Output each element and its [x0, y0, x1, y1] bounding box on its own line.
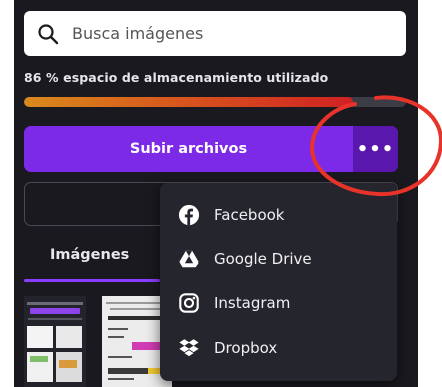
more-options-button[interactable]: •••	[353, 126, 398, 172]
menu-item-label: Google Drive	[214, 250, 312, 268]
instagram-icon	[179, 293, 199, 313]
menu-item-label: Dropbox	[214, 339, 278, 357]
search-icon	[38, 23, 59, 44]
google-drive-icon	[179, 250, 199, 268]
search-input[interactable]	[70, 23, 374, 44]
storage-usage-label: 86 % espacio de almacenamiento utilizado	[24, 70, 329, 85]
menu-item-facebook[interactable]: Facebook	[178, 200, 284, 230]
search-box[interactable]	[24, 11, 406, 56]
menu-item-dropbox[interactable]: Dropbox	[178, 333, 277, 363]
storage-usage-fill	[24, 97, 353, 107]
menu-item-google-drive[interactable]: Google Drive	[178, 244, 312, 274]
dropbox-icon	[179, 339, 199, 357]
upload-button-group: Subir archivos •••	[24, 126, 398, 172]
menu-item-instagram[interactable]: Instagram	[178, 288, 290, 318]
uploads-panel: 86 % espacio de almacenamiento utilizado…	[14, 0, 418, 387]
upload-files-button[interactable]: Subir archivos	[24, 126, 353, 172]
import-source-menu: Facebook Google Drive Instagram Dropbox	[160, 183, 397, 381]
tab-active-indicator	[24, 279, 160, 282]
menu-item-label: Facebook	[214, 206, 285, 224]
facebook-icon	[178, 204, 200, 226]
menu-item-label: Instagram	[214, 294, 291, 312]
image-thumbnail[interactable]	[24, 296, 86, 387]
storage-usage-bar	[24, 97, 406, 107]
tab-images[interactable]: Imágenes	[50, 247, 129, 263]
